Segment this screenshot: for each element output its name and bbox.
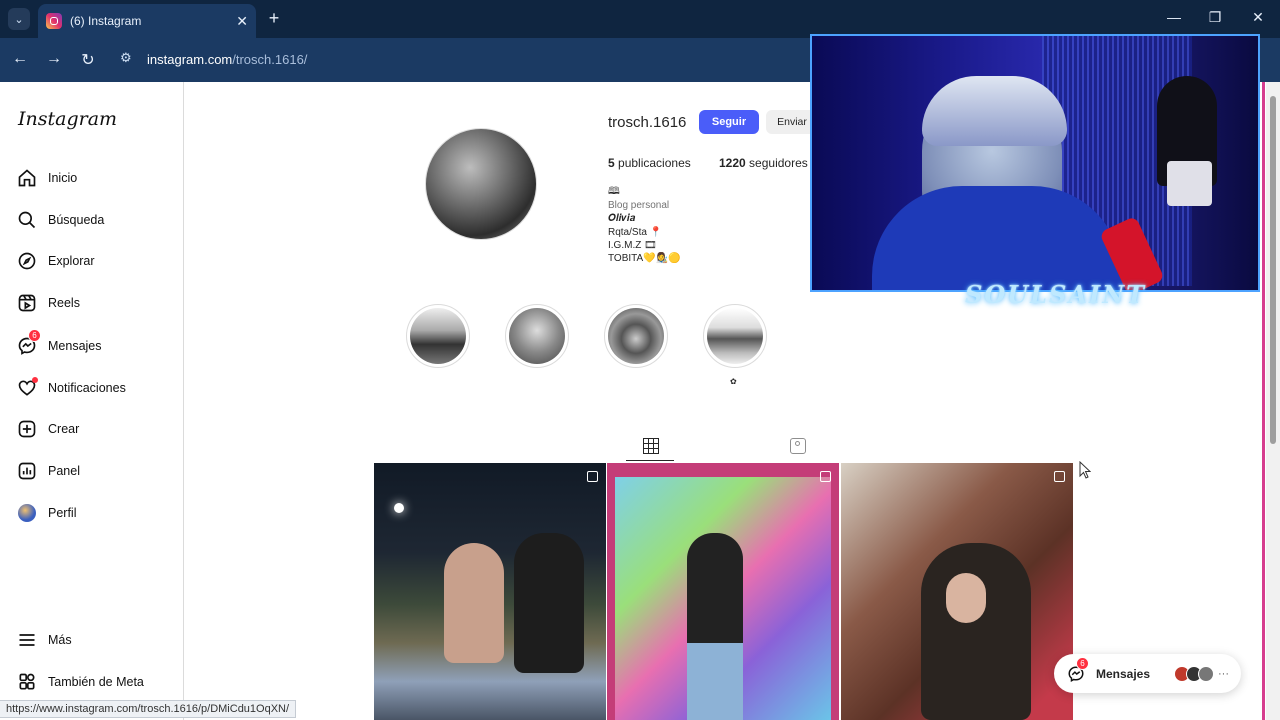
tab-title: (6) Instagram — [70, 14, 142, 28]
messages-pill-badge: 6 — [1076, 656, 1089, 670]
plus-icon — [16, 418, 38, 440]
active-tab-indicator — [626, 460, 674, 461]
followers-count: 1220 — [719, 156, 746, 170]
bio-line-2: Rqta/Sta 📍 — [608, 227, 663, 238]
browser-tab-instagram[interactable]: (6) Instagram ✕ — [38, 4, 256, 38]
post-thumbnail[interactable] — [374, 463, 606, 720]
sidebar-item-explorar[interactable]: Explorar — [16, 248, 176, 274]
multi-photo-icon — [1054, 471, 1065, 482]
instagram-favicon-icon — [46, 13, 62, 29]
new-tab-plus-icon[interactable]: + — [264, 8, 284, 30]
messages-pill-label: Mensajes — [1096, 666, 1151, 681]
bio-line-4: TOBITA💛👩‍🎨🟡 — [608, 253, 681, 264]
multi-photo-icon — [820, 471, 831, 482]
notification-dot — [32, 377, 38, 383]
reels-icon — [16, 292, 38, 314]
sidebar-item-busqueda[interactable]: Búsqueda — [16, 207, 176, 233]
avatar-icon — [16, 502, 38, 524]
story-highlight[interactable] — [703, 304, 767, 368]
home-icon — [16, 167, 38, 189]
story-highlight[interactable] — [406, 304, 470, 368]
follow-button[interactable]: Seguir — [699, 110, 759, 134]
sidebar-item-label: También de Meta — [48, 675, 144, 689]
story-highlight[interactable] — [505, 304, 569, 368]
menu-icon — [16, 629, 38, 651]
sidebar-item-panel[interactable]: Panel — [16, 458, 176, 484]
sidebar-item-label: Explorar — [48, 254, 95, 268]
sidebar-item-mensajes[interactable]: 6 Mensajes — [16, 329, 176, 359]
heart-icon — [16, 377, 38, 399]
post-thumbnail[interactable] — [841, 463, 1073, 720]
bio-category: Blog personal — [608, 200, 670, 211]
dashboard-icon — [16, 460, 38, 482]
sidebar-item-label: Reels — [48, 296, 80, 310]
meta-icon — [16, 671, 38, 693]
profile-username: trosch.1616 — [608, 114, 687, 131]
address-bar[interactable]: instagram.com/trosch.1616/ — [147, 52, 307, 67]
bio-emoji: 🕮 — [608, 186, 620, 197]
site-settings-icon[interactable]: ⚙ — [120, 50, 132, 66]
reload-icon[interactable]: ↻ — [78, 50, 98, 70]
sidebar-item-label: Mensajes — [48, 339, 102, 353]
profile-avatar[interactable] — [425, 128, 537, 240]
avatar — [1198, 665, 1214, 682]
sidebar-item-inicio[interactable]: Inicio — [16, 165, 176, 191]
webcam-overlay-text: SOULSAINT — [965, 280, 1147, 309]
sidebar-item-label: Crear — [48, 422, 80, 436]
sidebar-item-reels[interactable]: Reels — [16, 290, 176, 316]
search-icon — [16, 209, 38, 231]
scrollbar-thumb[interactable] — [1270, 96, 1276, 444]
post-thumbnail[interactable] — [607, 463, 839, 720]
instagram-logo[interactable]: Instagram — [18, 108, 117, 130]
posts-count: 5 — [608, 156, 615, 170]
followers-label: seguidores — [749, 156, 808, 170]
mouse-cursor-icon — [1079, 461, 1091, 479]
link-status-url: https://www.instagram.com/trosch.1616/p/… — [0, 700, 297, 718]
back-arrow-icon[interactable]: ← — [10, 50, 30, 68]
posts-label: publicaciones — [618, 156, 691, 170]
bio-line-3: I.G.M.Z 🎞 — [608, 240, 657, 251]
posts-stat: 5 publicaciones — [608, 156, 691, 170]
messages-badge: 6 — [28, 329, 41, 342]
close-window-icon[interactable]: ✕ — [1248, 9, 1268, 26]
messages-pill[interactable]: 6 Mensajes ··· — [1054, 654, 1241, 693]
minimize-icon[interactable]: — — [1164, 9, 1184, 25]
sidebar-item-label: Panel — [48, 464, 80, 478]
sidebar-item-label: Búsqueda — [48, 213, 105, 227]
sidebar-item-mas[interactable]: Más — [16, 627, 176, 653]
more-dots-icon: ··· — [1218, 667, 1229, 680]
sidebar-item-perfil[interactable]: Perfil — [16, 500, 176, 526]
messenger-icon: 6 — [1066, 656, 1089, 684]
multi-photo-icon — [587, 471, 598, 482]
sidebar-item-crear[interactable]: Crear — [16, 416, 176, 442]
url-path: /trosch.1616/ — [232, 52, 308, 67]
bio-line-1: 𝑶𝒍𝒊𝒗𝒊𝒂 — [608, 213, 636, 224]
sidebar-item-meta[interactable]: También de Meta — [16, 669, 176, 695]
webcam-overlay — [810, 34, 1260, 292]
compass-icon — [16, 250, 38, 272]
tagged-tab-icon[interactable] — [790, 438, 806, 454]
sidebar-item-notificaciones[interactable]: Notificaciones — [16, 375, 176, 401]
posts-grid-tab-icon[interactable] — [643, 438, 659, 454]
close-tab-icon[interactable]: ✕ — [236, 13, 248, 30]
tab-search-chevron-icon[interactable]: ⌄ — [8, 8, 30, 30]
restore-icon[interactable]: ❐ — [1205, 9, 1225, 26]
url-host: instagram.com — [147, 52, 233, 67]
sidebar-item-label: Inicio — [48, 171, 78, 185]
story-highlight[interactable] — [604, 304, 668, 368]
sidebar-item-label: Perfil — [48, 506, 77, 520]
sidebar-item-label: Notificaciones — [48, 381, 126, 395]
followers-stat[interactable]: 1220 seguidores — [719, 156, 808, 170]
messenger-icon: 6 — [16, 329, 41, 357]
highlight-label: ✿ — [730, 377, 737, 386]
sidebar-item-label: Más — [48, 633, 72, 647]
screen-edge-accent — [1262, 82, 1265, 720]
forward-arrow-icon[interactable]: → — [44, 50, 64, 68]
